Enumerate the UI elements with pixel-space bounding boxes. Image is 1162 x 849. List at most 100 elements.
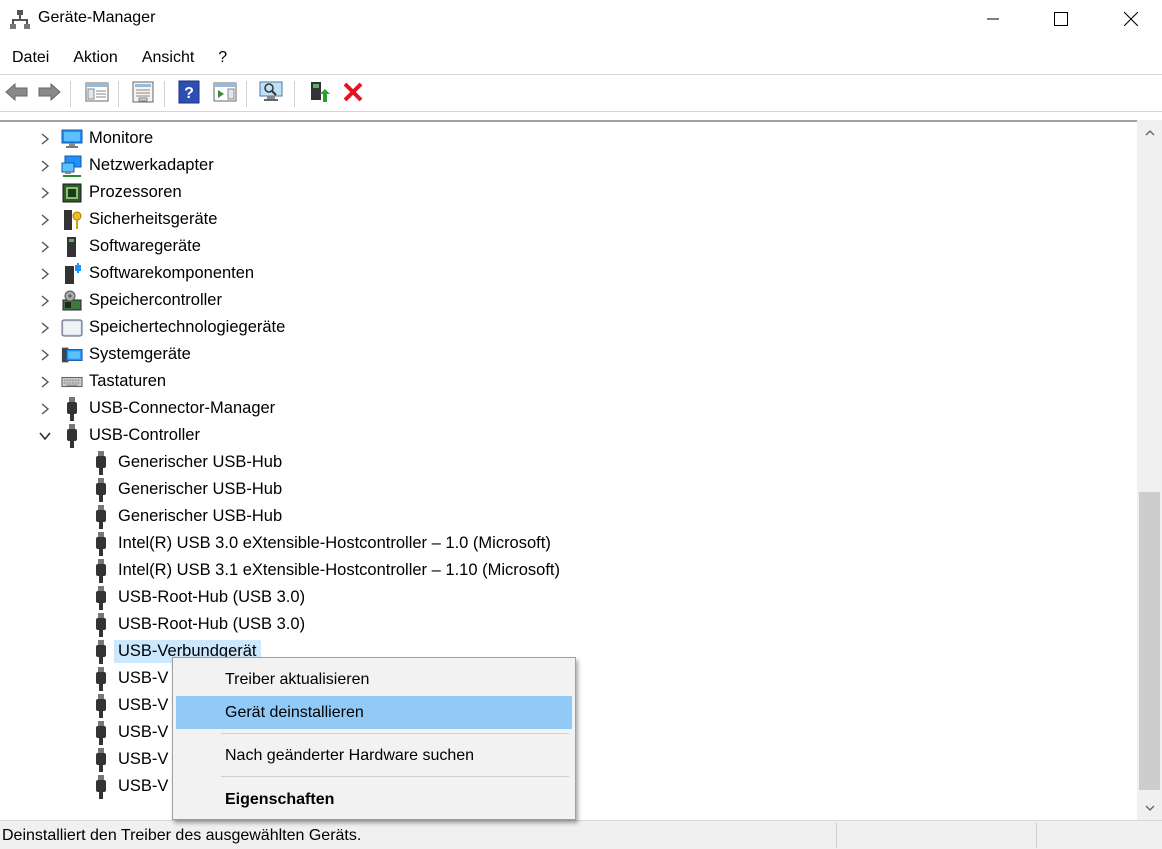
chevron-right-icon[interactable] (38, 375, 52, 389)
software-device-icon (61, 236, 83, 258)
chevron-right-icon[interactable] (38, 402, 52, 416)
tree-item-usb-device[interactable]: USB-V (90, 719, 168, 746)
storage-controller-icon (61, 290, 83, 312)
tree-item-softwarekomponenten[interactable]: Softwarekomponenten (38, 260, 254, 287)
keyboard-icon (61, 371, 83, 393)
usb-icon (90, 585, 112, 610)
scroll-thumb[interactable] (1139, 492, 1160, 790)
monitor-icon (61, 128, 83, 150)
chevron-right-icon[interactable] (38, 240, 52, 254)
chevron-right-icon[interactable] (38, 321, 52, 335)
scan-hardware-button[interactable] (258, 81, 284, 107)
properties-button[interactable] (130, 81, 156, 107)
menu-help[interactable]: ? (206, 44, 239, 72)
chevron-right-icon[interactable] (38, 132, 52, 146)
action-pane-icon (213, 81, 237, 108)
tree-item-monitore[interactable]: Monitore (38, 125, 153, 152)
security-device-icon (61, 209, 83, 231)
tree-item-usb-device[interactable]: Intel(R) USB 3.0 eXtensible-Hostcontroll… (90, 530, 551, 557)
chevron-right-icon[interactable] (38, 213, 52, 227)
processor-icon (61, 182, 83, 204)
tree-item-usb-device[interactable]: USB-V (90, 773, 168, 800)
tree-item-usb-device[interactable]: USB-V (90, 665, 168, 692)
title-bar: Geräte-Manager (0, 0, 1162, 37)
chevron-right-icon[interactable] (38, 186, 52, 200)
device-manager-icon (10, 9, 30, 29)
back-button[interactable] (4, 81, 30, 107)
scan-hardware-icon (258, 80, 284, 109)
tree-item-usb-connector-manager[interactable]: USB-Connector-Manager (38, 395, 275, 422)
usb-icon (90, 531, 112, 556)
minimize-button[interactable] (958, 0, 1028, 37)
usb-icon (90, 747, 112, 772)
menu-item-uninstall-device[interactable]: Gerät deinstallieren (176, 696, 572, 729)
show-hide-tree-button[interactable] (84, 81, 110, 107)
tree-item-usb-device[interactable]: USB-Root-Hub (USB 3.0) (90, 611, 305, 638)
chevron-down-icon (1145, 799, 1155, 817)
tree-item-sicherheitsgeraete[interactable]: Sicherheitsgeräte (38, 206, 217, 233)
window-title: Geräte-Manager (38, 9, 156, 26)
vertical-scrollbar[interactable] (1137, 120, 1162, 820)
menu-ansicht[interactable]: Ansicht (130, 44, 206, 72)
usb-icon (90, 666, 112, 691)
chevron-right-icon[interactable] (38, 159, 52, 173)
toolbar: ? (0, 74, 1162, 112)
usb-icon (90, 558, 112, 583)
status-text: Deinstalliert den Treiber des ausgewählt… (2, 827, 362, 844)
tree-item-softwaregeraete[interactable]: Softwaregeräte (38, 233, 201, 260)
usb-icon (90, 612, 112, 637)
tree-item-usb-controller[interactable]: USB-Controller (38, 422, 200, 449)
scroll-down-button[interactable] (1137, 796, 1162, 820)
system-device-icon (61, 344, 83, 366)
usb-icon (90, 693, 112, 718)
menu-item-update-driver[interactable]: Treiber aktualisieren (176, 663, 572, 696)
usb-icon (90, 477, 112, 502)
menu-aktion[interactable]: Aktion (61, 44, 129, 72)
menu-item-scan-hardware[interactable]: Nach geänderter Hardware suchen (176, 739, 572, 772)
update-driver-icon (307, 80, 331, 109)
memory-technology-icon (61, 317, 83, 339)
chevron-down-icon[interactable] (38, 429, 52, 443)
tree-item-usb-device[interactable]: Generischer USB-Hub (90, 503, 282, 530)
tree-item-usb-device[interactable]: Generischer USB-Hub (90, 476, 282, 503)
tree-item-speichercontroller[interactable]: Speichercontroller (38, 287, 222, 314)
context-menu: Treiber aktualisieren Gerät deinstallier… (172, 657, 576, 820)
close-button[interactable] (1096, 0, 1162, 37)
tree-item-usb-device[interactable]: USB-V (90, 692, 168, 719)
menu-datei[interactable]: Datei (0, 44, 61, 72)
tree-item-systemgeraete[interactable]: Systemgeräte (38, 341, 191, 368)
help-button[interactable]: ? (176, 80, 202, 107)
menu-bar: Datei Aktion Ansicht ? (0, 44, 239, 72)
update-driver-button[interactable] (306, 81, 332, 107)
tree-item-usb-device[interactable]: Intel(R) USB 3.1 eXtensible-Hostcontroll… (90, 557, 560, 584)
tree-item-prozessoren[interactable]: Prozessoren (38, 179, 182, 206)
chevron-right-icon[interactable] (38, 348, 52, 362)
software-component-icon (61, 262, 83, 285)
usb-icon (90, 450, 112, 475)
usb-icon (61, 423, 83, 448)
network-adapter-icon (61, 155, 83, 177)
usb-icon (90, 639, 112, 664)
tree-item-usb-device[interactable]: USB-V (90, 746, 168, 773)
tree-item-netzwerkadapter[interactable]: Netzwerkadapter (38, 152, 214, 179)
menu-item-properties[interactable]: Eigenschaften (176, 783, 572, 816)
maximize-button[interactable] (1026, 0, 1096, 37)
properties-icon (131, 81, 155, 108)
usb-icon (61, 396, 83, 421)
chevron-right-icon[interactable] (38, 294, 52, 308)
show-hide-tree-icon (85, 81, 109, 108)
tree-item-usb-device[interactable]: USB-Root-Hub (USB 3.0) (90, 584, 305, 611)
tree-item-tastaturen[interactable]: Tastaturen (38, 368, 166, 395)
usb-icon (90, 774, 112, 799)
uninstall-button[interactable] (340, 81, 366, 107)
svg-text:?: ? (184, 85, 194, 102)
usb-icon (90, 504, 112, 529)
scroll-up-button[interactable] (1137, 120, 1162, 144)
chevron-right-icon[interactable] (38, 267, 52, 281)
action-pane-button[interactable] (212, 81, 238, 107)
tree-item-speichertechnologiegeraete[interactable]: Speichertechnologiegeräte (38, 314, 285, 341)
tree-item-usb-device[interactable]: Generischer USB-Hub (90, 449, 282, 476)
forward-button[interactable] (36, 81, 62, 107)
chevron-up-icon (1145, 123, 1155, 141)
usb-icon (90, 720, 112, 745)
